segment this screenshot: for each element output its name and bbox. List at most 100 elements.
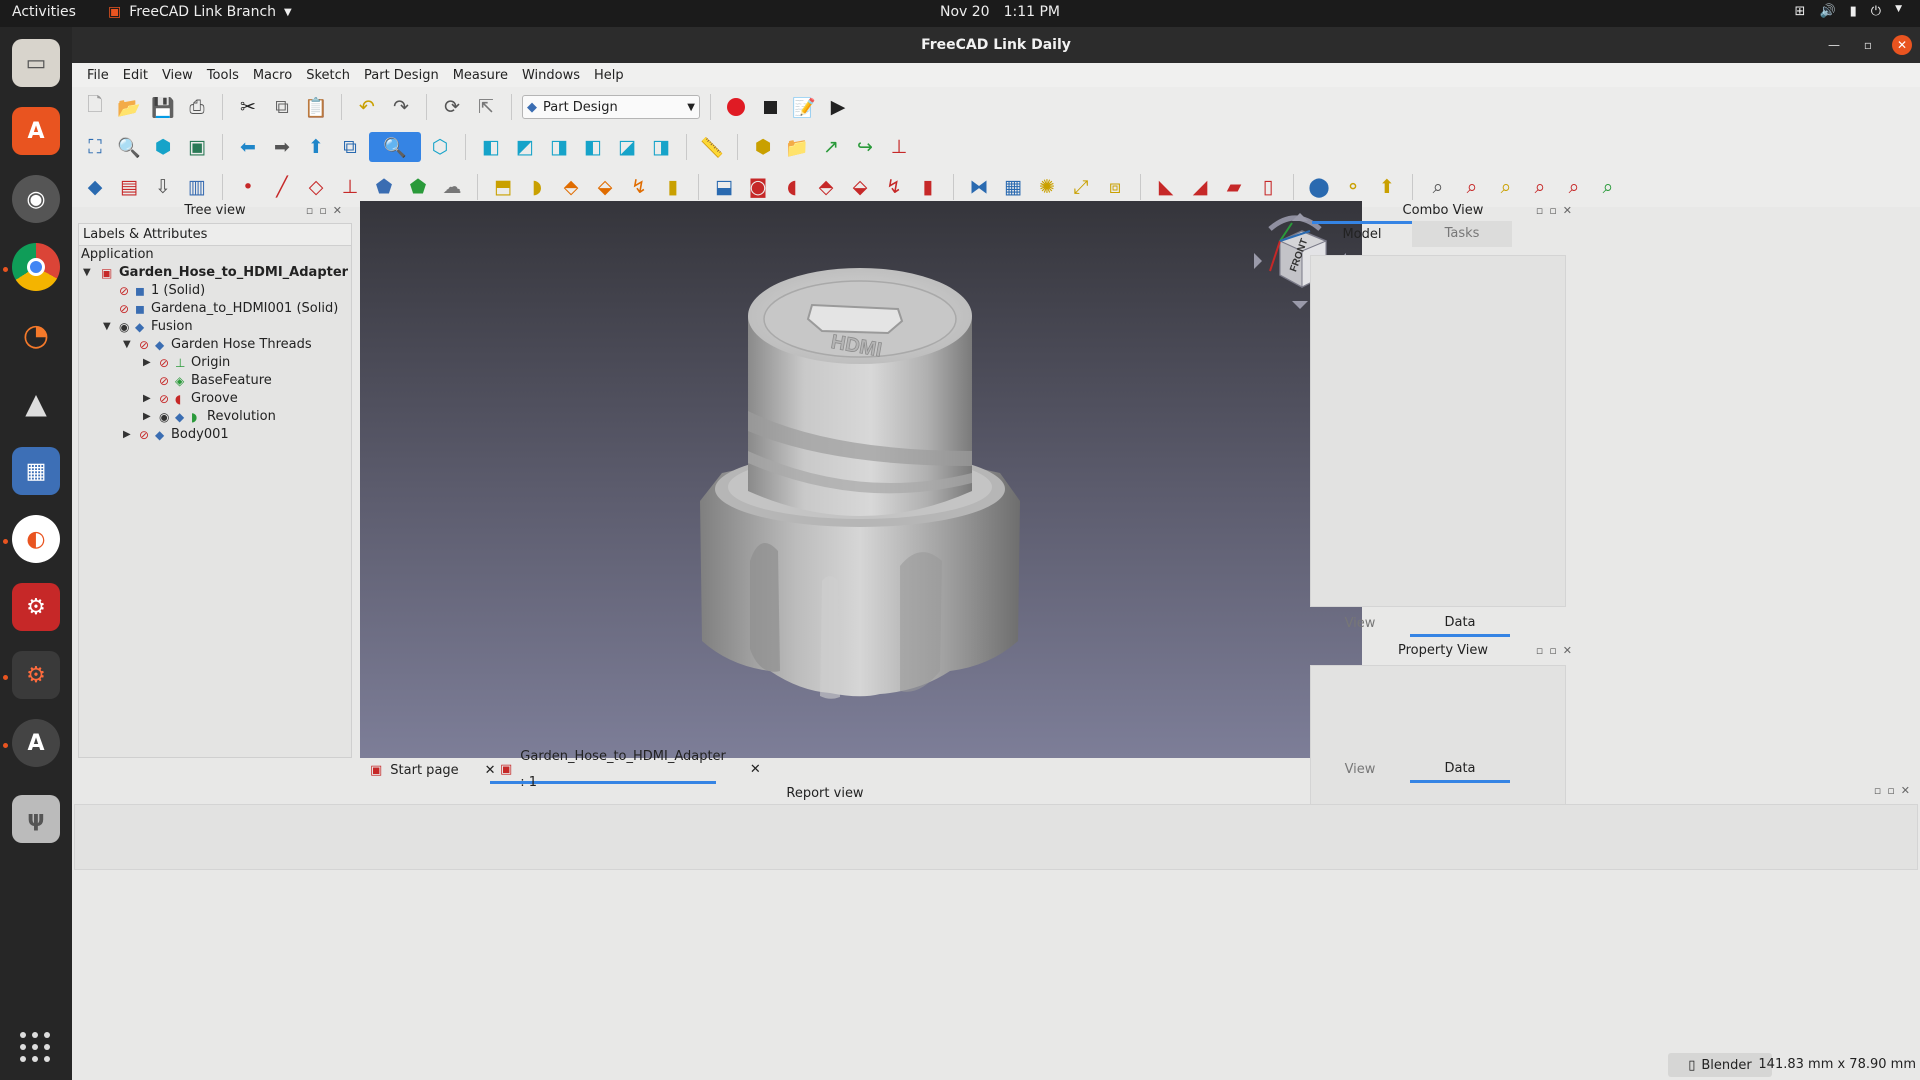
tree-item-body001[interactable]: ▶ ⊘ ◆ Body001: [79, 426, 351, 444]
stop-macro-icon[interactable]: [755, 92, 785, 122]
tree-item-gardena[interactable]: ⊘ ◼ Gardena_to_HDMI001 (Solid): [79, 300, 351, 318]
hole-icon[interactable]: ◙: [743, 172, 773, 202]
chevron-down-icon[interactable]: ▼: [83, 264, 91, 282]
additive-pipe-icon[interactable]: ⬙: [590, 172, 620, 202]
measure-angular-icon[interactable]: ⌕: [1457, 172, 1487, 202]
sprocket-icon[interactable]: ⚬: [1338, 172, 1368, 202]
menu-file[interactable]: File: [80, 68, 116, 83]
fit-selection-icon[interactable]: 🔍: [114, 132, 144, 162]
tab-data[interactable]: Data: [1410, 757, 1510, 783]
close-icon[interactable]: ✕: [1892, 35, 1912, 55]
app-circle-icon[interactable]: ◐: [12, 515, 60, 563]
shapebinder-icon[interactable]: ⬟: [369, 172, 399, 202]
menu-sketch[interactable]: Sketch: [299, 68, 357, 83]
record-macro-icon[interactable]: [721, 92, 751, 122]
tab-garden-hose-adapter[interactable]: ▣ Garden_Hose_to_HDMI_Adapter : 1 ✕: [490, 749, 761, 790]
blender-icon[interactable]: ◔: [12, 311, 60, 359]
minimize-icon[interactable]: —: [1824, 35, 1844, 55]
tab-view[interactable]: View: [1310, 757, 1410, 783]
report-output[interactable]: [74, 804, 1918, 870]
datum-point-icon[interactable]: •: [233, 172, 263, 202]
chevron-down-icon[interactable]: ▼: [123, 336, 131, 354]
workbench-selector[interactable]: ◆ Part Design ▼: [522, 95, 700, 119]
measure-toggle-icon[interactable]: ⌕: [1559, 172, 1589, 202]
additive-primitive-icon[interactable]: ▮: [658, 172, 688, 202]
fit-all-icon[interactable]: ⛶: [80, 132, 110, 162]
cut-icon[interactable]: ✂: [233, 92, 263, 122]
panel-buttons[interactable]: ▫▫✕: [1874, 784, 1916, 797]
left-view-icon[interactable]: ◨: [646, 132, 676, 162]
run-macro-icon[interactable]: ▶: [823, 92, 853, 122]
usb-icon[interactable]: ψ: [12, 795, 60, 843]
back-nav-icon[interactable]: ⬅: [233, 132, 263, 162]
tree-item-document[interactable]: ▼ ▣ Garden_Hose_to_HDMI_Adapter: [79, 264, 351, 282]
additive-helix-icon[interactable]: ↯: [624, 172, 654, 202]
menu-edit[interactable]: Edit: [116, 68, 155, 83]
rear-view-icon[interactable]: ◧: [578, 132, 608, 162]
mirrored-icon[interactable]: ⧓: [964, 172, 994, 202]
3d-viewport[interactable]: HDMI FRONT: [360, 201, 1362, 758]
tree-item-origin[interactable]: ▶ ⊘ ⊥ Origin: [79, 354, 351, 372]
menu-view[interactable]: View: [155, 68, 200, 83]
macros-icon[interactable]: 📝: [789, 92, 819, 122]
additive-loft-icon[interactable]: ⬘: [556, 172, 586, 202]
panel-buttons[interactable]: ▫▫✕: [1536, 201, 1578, 221]
chevron-right-icon[interactable]: ▶: [123, 426, 131, 444]
polar-pattern-icon[interactable]: ✺: [1032, 172, 1062, 202]
sketch-icon[interactable]: ▤: [114, 172, 144, 202]
shape-binder-icon[interactable]: ▥: [182, 172, 212, 202]
linear-pattern-icon[interactable]: ▦: [998, 172, 1028, 202]
measure-linear-icon[interactable]: ⌕: [1423, 172, 1453, 202]
undo-icon[interactable]: ↶: [352, 92, 382, 122]
inkscape-icon[interactable]: ▲: [12, 379, 60, 427]
local-cs-icon[interactable]: ⊥: [335, 172, 365, 202]
groove-icon[interactable]: ◖: [777, 172, 807, 202]
save-icon[interactable]: 💾: [148, 92, 178, 122]
chrome-icon[interactable]: [12, 243, 60, 291]
involute-gear-icon[interactable]: ⬆: [1372, 172, 1402, 202]
panel-buttons[interactable]: ▫▫✕: [306, 201, 348, 221]
group-icon[interactable]: 📁: [782, 132, 812, 162]
draft-icon[interactable]: ▰: [1219, 172, 1249, 202]
clone-icon[interactable]: ☁: [437, 172, 467, 202]
scaled-icon[interactable]: ⤢: [1066, 172, 1096, 202]
body-icon[interactable]: ◆: [80, 172, 110, 202]
tree-item-groove[interactable]: ▶ ⊘ ◖ Groove: [79, 390, 351, 408]
clock[interactable]: Nov 20 1:11 PM: [940, 4, 1060, 20]
tab-view[interactable]: View: [1310, 611, 1410, 637]
files-icon[interactable]: ▭: [12, 39, 60, 87]
tree-item-solid-1[interactable]: ⊘ ◼ 1 (Solid): [79, 282, 351, 300]
multitransform-icon[interactable]: ⧈: [1100, 172, 1130, 202]
show-apps-icon[interactable]: [20, 1032, 50, 1062]
top-view-icon[interactable]: ◩: [510, 132, 540, 162]
app-menu[interactable]: ▣ FreeCAD Link Branch ▼: [108, 4, 292, 20]
updater-icon[interactable]: A: [12, 719, 60, 767]
tab-model[interactable]: Model: [1312, 221, 1412, 247]
new-file-icon[interactable]: 🗋: [80, 92, 110, 122]
panel-buttons[interactable]: ▫▫✕: [1536, 641, 1578, 661]
bottom-view-icon[interactable]: ◪: [612, 132, 642, 162]
subtractive-helix-icon[interactable]: ↯: [879, 172, 909, 202]
tree-up-icon[interactable]: ⬆: [301, 132, 331, 162]
whats-this-icon[interactable]: ⇱: [471, 92, 501, 122]
tab-tasks[interactable]: Tasks: [1412, 221, 1512, 247]
tree-header[interactable]: Labels & Attributes: [79, 224, 351, 246]
freecad-icon[interactable]: ⚙: [12, 583, 60, 631]
menu-part-design[interactable]: Part Design: [357, 68, 446, 83]
menu-help[interactable]: Help: [587, 68, 631, 83]
thickness-icon[interactable]: ▯: [1253, 172, 1283, 202]
fillet-icon[interactable]: ◣: [1151, 172, 1181, 202]
subshape-binder-icon[interactable]: ⬟: [403, 172, 433, 202]
subtractive-pipe-icon[interactable]: ⬙: [845, 172, 875, 202]
system-tray[interactable]: ⊞ 🔊 ▮ ⏻ ▼: [1795, 4, 1902, 19]
tree-item-basefeature[interactable]: ⊘ ◈ BaseFeature: [79, 372, 351, 390]
print-icon[interactable]: ⎙: [182, 92, 212, 122]
revolution-icon[interactable]: ◗: [522, 172, 552, 202]
close-icon[interactable]: ✕: [750, 757, 761, 783]
freecad-link-icon[interactable]: ⚙: [12, 651, 60, 699]
pocket-icon[interactable]: ⬓: [709, 172, 739, 202]
subtractive-loft-icon[interactable]: ⬘: [811, 172, 841, 202]
datum-plane-icon[interactable]: ◇: [301, 172, 331, 202]
redo-icon[interactable]: ↷: [386, 92, 416, 122]
bounding-box-icon[interactable]: ▣: [182, 132, 212, 162]
